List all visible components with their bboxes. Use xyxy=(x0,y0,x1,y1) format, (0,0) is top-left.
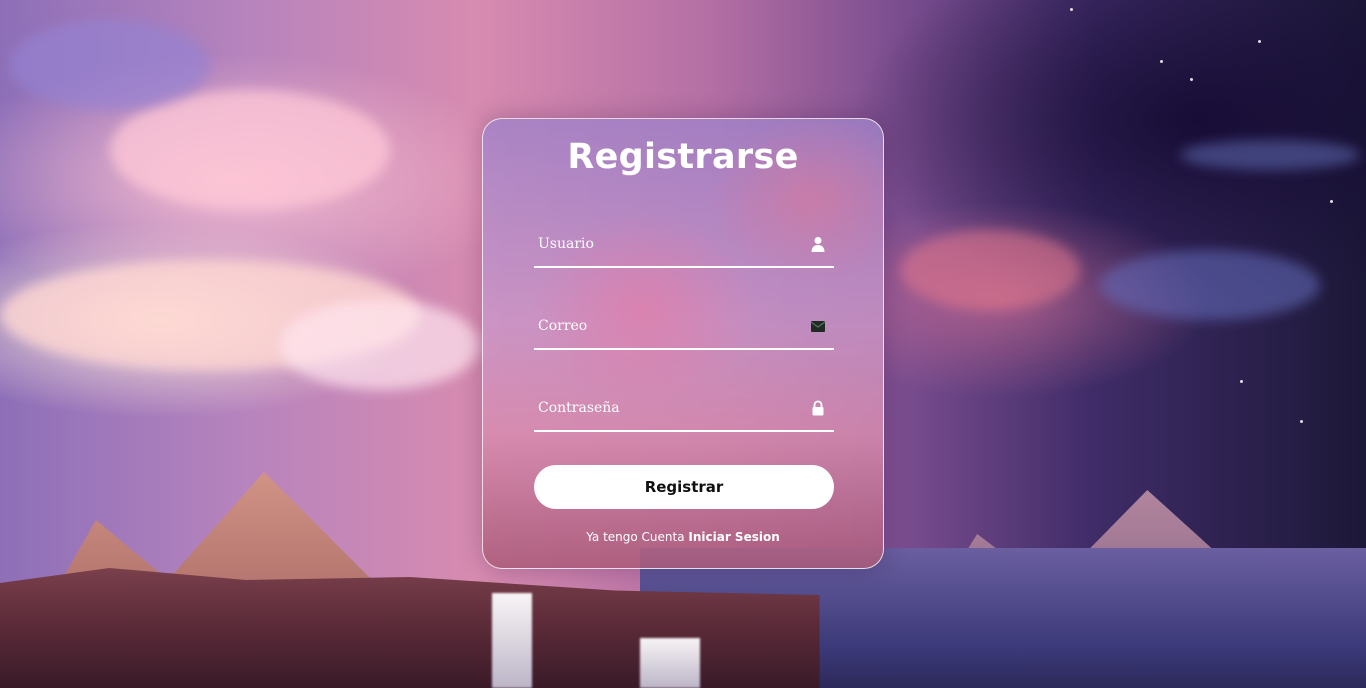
email-input[interactable] xyxy=(534,306,798,346)
login-prompt: Ya tengo Cuenta Iniciar Sesion xyxy=(483,530,883,544)
password-field xyxy=(534,388,834,432)
star xyxy=(1070,8,1073,11)
star xyxy=(1240,380,1243,383)
register-card: Registrarse Registrar Ya tengo Cuenta In… xyxy=(482,118,884,569)
waterfall xyxy=(640,638,700,688)
cloud xyxy=(1180,140,1360,170)
username-field xyxy=(534,224,834,268)
username-input[interactable] xyxy=(534,224,798,264)
mail-icon xyxy=(810,321,826,332)
star xyxy=(1300,420,1303,423)
cloud xyxy=(900,230,1080,310)
password-input[interactable] xyxy=(534,388,798,428)
lock-icon xyxy=(812,400,824,416)
form-title: Registrarse xyxy=(567,137,799,177)
login-prompt-text: Ya tengo Cuenta xyxy=(586,530,685,544)
waterfall xyxy=(492,593,532,688)
star xyxy=(1258,40,1261,43)
star xyxy=(1330,200,1333,203)
user-icon xyxy=(811,237,825,252)
cloud xyxy=(1100,250,1320,320)
register-button[interactable]: Registrar xyxy=(534,465,834,509)
email-field xyxy=(534,306,834,350)
login-link[interactable]: Iniciar Sesion xyxy=(688,530,779,544)
cloud xyxy=(280,300,480,390)
star xyxy=(1190,78,1193,81)
star xyxy=(1160,60,1163,63)
cloud xyxy=(10,20,210,110)
cloud xyxy=(110,90,390,210)
